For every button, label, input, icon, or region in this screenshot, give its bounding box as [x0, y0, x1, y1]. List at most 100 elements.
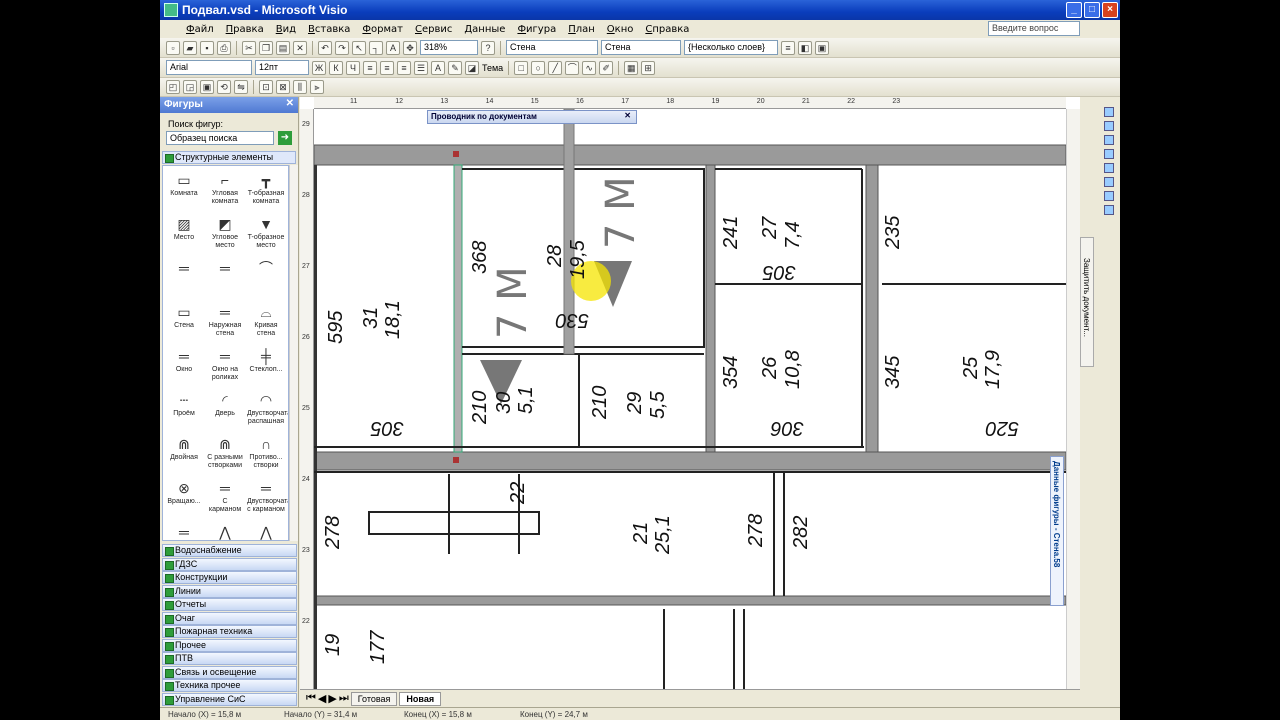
wall-selected[interactable] [453, 164, 463, 453]
stencil-shape[interactable]: ▭ Комната [165, 170, 203, 198]
help-search-input[interactable]: Введите вопрос [988, 21, 1080, 36]
stencil-shape[interactable]: ═Обходная [165, 522, 203, 540]
task-icon-4[interactable] [1104, 149, 1114, 159]
send-back-icon[interactable]: ◲ [183, 80, 197, 94]
horizontal-ruler[interactable]: 11 12 13 14 15 16 17 18 19 20 21 22 23 [314, 97, 1066, 109]
font-size-combo[interactable]: 12пт [255, 60, 309, 75]
stencil-bar[interactable]: Пожарная техника [162, 625, 297, 638]
align-left-icon[interactable]: ≡ [363, 60, 377, 75]
menu-view[interactable]: Вид [270, 24, 302, 35]
arc-tool-icon[interactable]: ⌒ [565, 60, 580, 75]
font-combo[interactable]: Arial [166, 60, 252, 75]
line-style-combo-2[interactable]: Стена [601, 40, 681, 55]
wall-vertical-1[interactable] [705, 164, 716, 453]
snap-icon[interactable]: ⊡ [259, 80, 273, 94]
stencil-bar[interactable]: ПТВ [162, 652, 297, 665]
shapes-panel-close-icon[interactable]: ✕ [286, 98, 294, 109]
stencil-shape[interactable]: ═ [206, 258, 244, 278]
task-icon-6[interactable] [1104, 177, 1114, 187]
stencil-shape[interactable]: ▭ Стена [165, 302, 203, 330]
menu-help[interactable]: Справка [639, 24, 695, 35]
protect-document-button[interactable]: Защитить документ... [1080, 237, 1094, 367]
stencil-shape[interactable]: ▼ T-образное место [247, 214, 285, 250]
bold-icon[interactable]: Ж [312, 60, 326, 75]
zoom-combo[interactable]: 318% [420, 40, 478, 55]
pencil-tool-icon[interactable]: ✐ [599, 60, 614, 75]
stencil-bar[interactable]: ГДЗС [162, 557, 297, 571]
wall-lower[interactable] [314, 595, 1066, 606]
task-icon-8[interactable] [1104, 205, 1114, 215]
stencil-shape[interactable]: ◩ Угловое место [206, 214, 244, 250]
stencil-bar[interactable]: Техника прочее [162, 679, 297, 692]
connector-icon[interactable]: ┐ [369, 40, 383, 55]
help-icon[interactable]: ? [481, 40, 495, 55]
stencil-shape[interactable]: ◜ Дверь [206, 390, 244, 418]
search-go-icon[interactable]: ➜ [278, 131, 292, 145]
stencil-shape[interactable]: ⋀Складыв... [206, 522, 244, 540]
menu-shape[interactable]: Фигура [511, 24, 562, 35]
font-color-icon[interactable]: A [431, 60, 445, 75]
task-icon-5[interactable] [1104, 163, 1114, 173]
rectangle-tool-icon[interactable]: □ [514, 60, 529, 75]
task-icon-7[interactable] [1104, 191, 1114, 201]
stencil-bar[interactable]: Конструкции [162, 571, 297, 584]
ellipse-tool-icon[interactable]: ○ [531, 60, 546, 75]
floor-plan[interactable]: 595 31 18,1 305 368 28 19,5 530 210 30 5… [314, 109, 1066, 689]
close-button[interactable]: × [1102, 2, 1118, 18]
line-tool-icon[interactable]: ╱ [548, 60, 563, 75]
stencil-structural-elements[interactable]: Структурные элементы [162, 151, 296, 164]
stencil-bar[interactable]: Управление СиС [162, 692, 297, 706]
fill-icon[interactable]: ◪ [465, 60, 479, 75]
stencil-shape[interactable]: ═ С карманом [206, 478, 244, 514]
stencil-shape[interactable]: ⋒ Двойная [165, 434, 203, 462]
align-shapes-icon[interactable]: ⫼ [293, 80, 307, 94]
stencil-bar[interactable]: Связь и освещение [162, 665, 297, 679]
stencil-scrollbar[interactable] [289, 165, 298, 541]
menu-window[interactable]: Окно [601, 24, 640, 35]
vertical-scrollbar[interactable] [1066, 109, 1080, 689]
tab-ready[interactable]: Готовая [350, 691, 398, 706]
document-explorer-close-icon[interactable]: ✕ [624, 111, 631, 120]
flip-icon[interactable]: ⇋ [234, 80, 248, 94]
stencil-shape[interactable]: ⋀Двустворчатая складыв... [247, 522, 285, 540]
walls[interactable] [314, 144, 1066, 689]
rotate-icon[interactable]: ⟲ [217, 80, 231, 94]
pan-icon[interactable]: ✥ [403, 40, 417, 55]
layers-icon[interactable]: ▦ [624, 60, 639, 75]
visio-app-icon[interactable] [164, 3, 178, 17]
stencil-shape[interactable]: ┄ Проём [165, 390, 203, 418]
cut-icon[interactable]: ✂ [242, 40, 256, 55]
fill-color-icon[interactable]: ◧ [798, 40, 812, 55]
wall-top[interactable] [314, 144, 1066, 166]
bullets-icon[interactable]: ☰ [414, 60, 428, 75]
last-page-icon[interactable]: ⏭ [339, 692, 349, 705]
theme-button[interactable]: Тема [482, 63, 503, 73]
stencil-shape[interactable]: ═ Двустворчатая с карманом [247, 478, 288, 514]
menu-file[interactable]: Файл [180, 24, 220, 35]
stencil-shape[interactable]: ═ Окно на роликах [206, 346, 244, 382]
print-icon[interactable]: ⎙ [217, 40, 231, 55]
menu-tools[interactable]: Сервис [409, 24, 458, 35]
task-icon-1[interactable] [1104, 107, 1114, 117]
align-center-icon[interactable]: ≡ [380, 60, 394, 75]
maximize-button[interactable]: □ [1084, 2, 1100, 18]
shadow-icon[interactable]: ▣ [815, 40, 829, 55]
drawing-page[interactable]: 595 31 18,1 305 368 28 19,5 530 210 30 5… [314, 109, 1066, 689]
selection-handle-2[interactable] [453, 457, 459, 463]
wall-vertical-2[interactable] [865, 164, 879, 453]
text-icon[interactable]: A [386, 40, 400, 55]
stencil-shape[interactable]: ⊗ Вращаю... [165, 478, 203, 506]
stencil-shape[interactable]: ◠ Двустворчатая распашная [247, 390, 288, 426]
align-right-icon[interactable]: ≡ [397, 60, 411, 75]
fill-style-combo[interactable]: {Несколько слоев} [684, 40, 778, 55]
stencil-shape[interactable]: ═ [165, 258, 203, 278]
prev-page-icon[interactable]: ◀ [318, 692, 326, 705]
line-style-combo[interactable]: Стена [506, 40, 598, 55]
stencil-shape[interactable]: ┳ T-образная комната [247, 170, 285, 206]
menu-plan[interactable]: План [562, 24, 601, 35]
tab-new[interactable]: Новая [399, 691, 442, 706]
stencil-shape[interactable]: ⌓ Кривая стена [247, 302, 285, 338]
stencil-shape[interactable]: ═ Наружная стена [206, 302, 244, 338]
delete-icon[interactable]: ✕ [293, 40, 307, 55]
task-icon-2[interactable] [1104, 121, 1114, 131]
